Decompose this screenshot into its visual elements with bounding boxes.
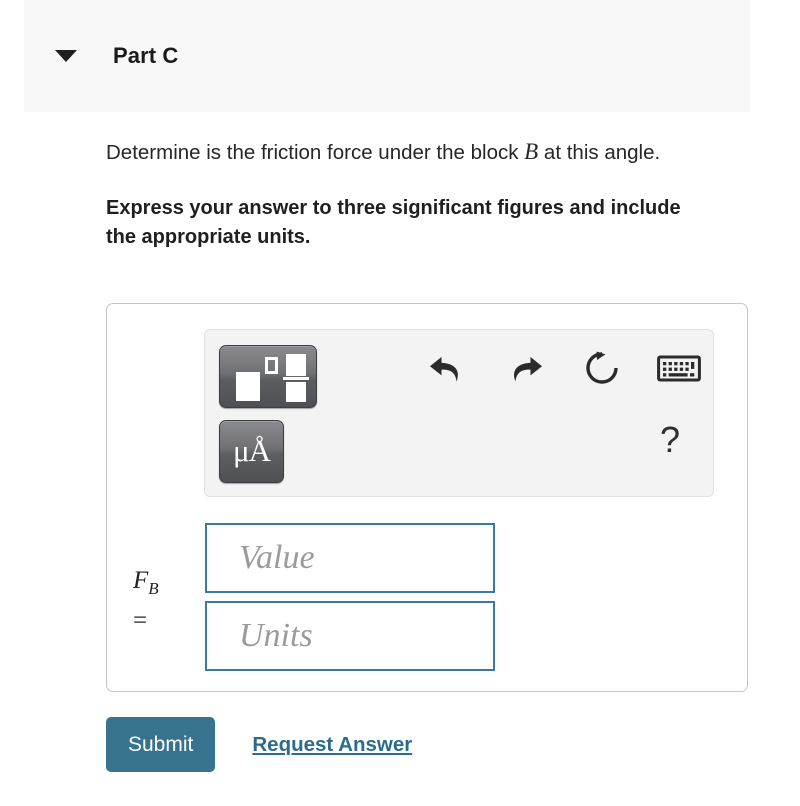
question-block: Determine is the friction force under th… (106, 136, 751, 252)
request-answer-link[interactable]: Request Answer (252, 733, 412, 757)
reset-icon[interactable] (583, 348, 621, 393)
triangle-down-icon[interactable] (55, 50, 77, 62)
footer-actions: Submit Request Answer (106, 717, 412, 772)
page-title: Part C (113, 43, 179, 68)
submit-button[interactable]: Submit (106, 717, 216, 772)
template-base-box-icon (236, 372, 260, 401)
value-input[interactable] (205, 523, 495, 593)
math-template-button[interactable] (219, 345, 317, 408)
units-input[interactable] (205, 601, 495, 671)
template-fraction-numerator-icon (286, 354, 306, 376)
units-button[interactable]: μÅ (219, 420, 284, 483)
equals-sign: = (133, 607, 148, 634)
answer-variable-symbol: F (133, 567, 149, 594)
instruction-text: Express your answer to three significant… (106, 197, 681, 248)
answer-variable-subscript: B (148, 579, 159, 598)
undo-icon[interactable] (427, 352, 467, 393)
answer-panel: μÅ ? FB = Value Units (106, 303, 748, 692)
keyboard-icon[interactable] (657, 354, 701, 389)
units-button-label: μÅ (232, 433, 271, 468)
part-header: Part C (24, 0, 750, 112)
math-toolbar: μÅ ? (204, 329, 714, 497)
redo-icon[interactable] (505, 352, 545, 393)
help-icon[interactable]: ? (660, 422, 680, 458)
template-fraction-bar-icon (283, 377, 309, 380)
question-text-after: at this angle. (538, 141, 661, 164)
answer-variable-label: FB = (133, 568, 159, 634)
template-fraction-denominator-icon (286, 382, 306, 402)
template-superscript-box-icon (265, 357, 278, 374)
answer-entry-row: FB = (107, 516, 747, 672)
question-text-before: Determine is the friction force under th… (106, 141, 525, 164)
question-variable: B (524, 139, 539, 164)
question-text: Determine is the friction force under th… (106, 136, 751, 168)
